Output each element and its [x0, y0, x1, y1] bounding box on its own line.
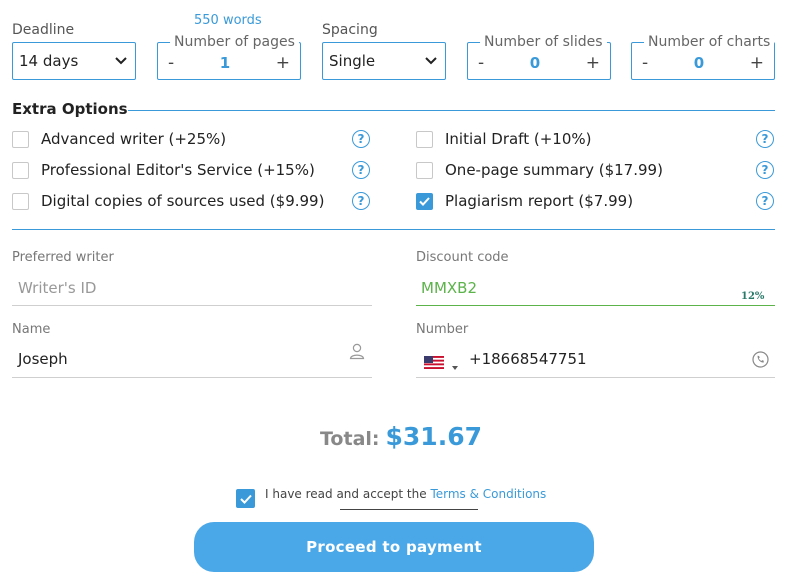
- name-label: Name: [12, 322, 51, 337]
- deadline-label: Deadline: [12, 22, 75, 38]
- pages-minus-button[interactable]: -: [168, 54, 174, 72]
- help-icon[interactable]: ?: [352, 192, 370, 210]
- caret-down-icon[interactable]: [452, 356, 458, 375]
- phone-number-input[interactable]: +18668547751: [469, 350, 719, 368]
- slides-label: Number of slides: [480, 34, 607, 50]
- chevron-down-icon: [425, 57, 437, 65]
- option-label: One-page summary ($17.99): [445, 161, 663, 179]
- charts-plus-button[interactable]: +: [750, 54, 764, 72]
- divider: [128, 110, 775, 111]
- input-underline: [12, 305, 372, 306]
- spacing-select[interactable]: Single: [322, 42, 446, 80]
- deadline-value: 14 days: [19, 52, 79, 70]
- pages-value: 1: [219, 54, 231, 72]
- discount-code-input[interactable]: MMXB2: [421, 279, 721, 297]
- us-flag-icon[interactable]: [424, 354, 444, 373]
- slides-value: 0: [529, 54, 541, 72]
- writer-id-input[interactable]: Writer's ID: [18, 279, 368, 297]
- checkbox[interactable]: [416, 130, 433, 148]
- charts-stepper: Number of charts - 0 +: [631, 34, 775, 80]
- charts-minus-button[interactable]: -: [642, 54, 648, 72]
- spacing-value: Single: [329, 52, 376, 70]
- input-underline: [12, 377, 372, 378]
- option-label: Digital copies of sources used ($9.99): [41, 192, 325, 210]
- user-icon: [348, 342, 366, 364]
- phone-icon: [752, 351, 769, 372]
- checkbox-checked[interactable]: [416, 192, 433, 210]
- spacing-label: Spacing: [322, 22, 378, 38]
- option-plagiarism-report[interactable]: Plagiarism report ($7.99): [416, 192, 633, 210]
- input-underline: [416, 305, 775, 306]
- discount-percent: 12%: [741, 291, 765, 302]
- option-label: Advanced writer (+25%): [41, 130, 227, 148]
- proceed-to-payment-button[interactable]: Proceed to payment: [194, 522, 594, 572]
- chevron-down-icon: [115, 57, 127, 65]
- help-icon[interactable]: ?: [756, 192, 774, 210]
- option-initial-draft[interactable]: Initial Draft (+10%): [416, 130, 591, 148]
- checkbox-checked[interactable]: [236, 489, 255, 508]
- input-underline: [416, 377, 775, 378]
- charts-value: 0: [693, 54, 705, 72]
- checkbox[interactable]: [416, 161, 433, 179]
- option-label: Professional Editor's Service (+15%): [41, 161, 315, 179]
- pages-label: Number of pages: [170, 34, 299, 50]
- checkmark-icon: [419, 196, 430, 206]
- total: Total: $31.67: [320, 422, 482, 451]
- option-digital-copies[interactable]: Digital copies of sources used ($9.99): [12, 192, 324, 210]
- terms-prefix: I have read and accept the: [265, 487, 427, 501]
- checkbox[interactable]: [12, 130, 29, 148]
- total-label: Total:: [320, 428, 380, 450]
- total-value: $31.67: [385, 422, 482, 451]
- deadline-select[interactable]: 14 days: [12, 42, 136, 80]
- checkmark-icon: [239, 494, 252, 504]
- pages-stepper: Number of pages - 1 +: [157, 34, 301, 80]
- option-advanced-writer[interactable]: Advanced writer (+25%): [12, 130, 226, 148]
- charts-label: Number of charts: [644, 34, 775, 50]
- divider: [340, 509, 478, 510]
- preferred-writer-label: Preferred writer: [12, 250, 114, 265]
- discount-code-label: Discount code: [416, 250, 509, 265]
- option-editor-service[interactable]: Professional Editor's Service (+15%): [12, 161, 315, 179]
- extra-options-title: Extra Options: [12, 100, 128, 118]
- word-count: 550 words: [194, 13, 262, 28]
- help-icon[interactable]: ?: [756, 161, 774, 179]
- slides-minus-button[interactable]: -: [478, 54, 484, 72]
- terms-checkbox[interactable]: [236, 489, 255, 508]
- checkbox[interactable]: [12, 161, 29, 179]
- help-icon[interactable]: ?: [352, 130, 370, 148]
- option-label: Initial Draft (+10%): [445, 130, 592, 148]
- checkbox[interactable]: [12, 192, 29, 210]
- option-one-page-summary[interactable]: One-page summary ($17.99): [416, 161, 663, 179]
- help-icon[interactable]: ?: [352, 161, 370, 179]
- terms-text: I have read and accept the Terms & Condi…: [265, 487, 546, 501]
- pages-plus-button[interactable]: +: [276, 54, 290, 72]
- terms-link[interactable]: Terms & Conditions: [430, 487, 546, 501]
- help-icon[interactable]: ?: [756, 130, 774, 148]
- option-label: Plagiarism report ($7.99): [445, 192, 634, 210]
- slides-stepper: Number of slides - 0 +: [467, 34, 611, 80]
- slides-plus-button[interactable]: +: [586, 54, 600, 72]
- divider: [12, 229, 775, 230]
- name-input[interactable]: Joseph: [18, 350, 318, 368]
- proceed-label: Proceed to payment: [306, 538, 482, 556]
- number-label: Number: [416, 322, 469, 337]
